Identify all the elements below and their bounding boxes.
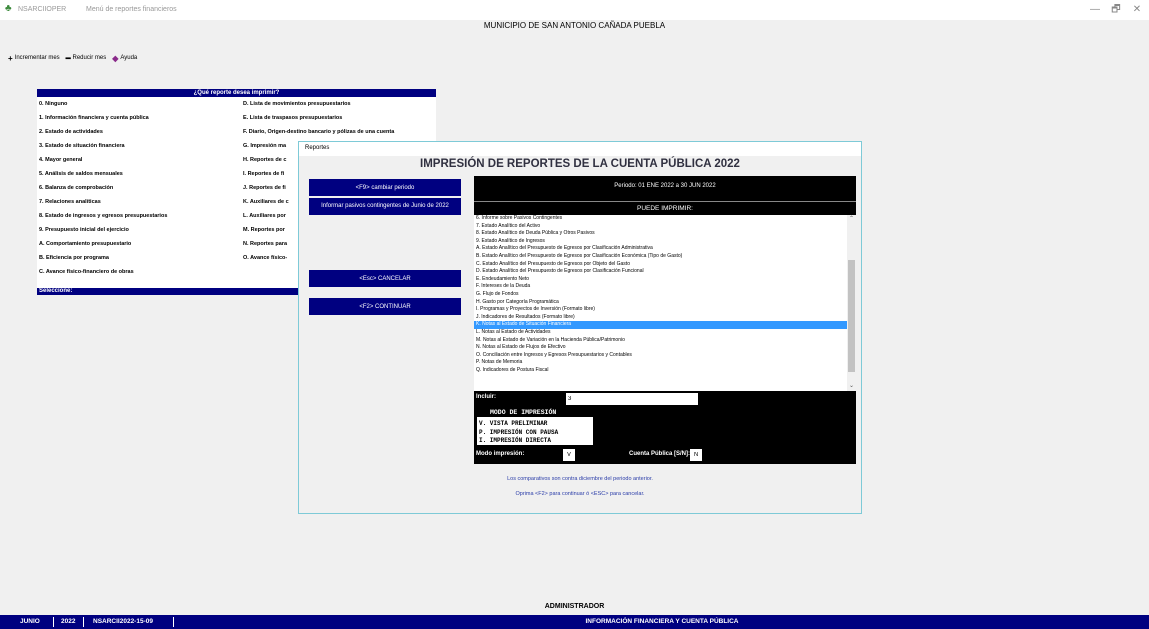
report-contingent-liabilities-button[interactable]: Informar pasivos contingentes de Junio d… [309, 198, 461, 215]
help-icon: ◆ [112, 53, 119, 63]
plus-icon: + [8, 53, 13, 63]
status-current-report: INFORMACIÓN FINANCIERA Y CUENTA PÚBLICA [585, 618, 739, 625]
minus-icon: ━ [65, 53, 71, 63]
status-month: JUNIO [20, 618, 40, 625]
report-list-item[interactable]: P. Notas de Memoria [474, 359, 856, 367]
menu-item[interactable]: 7. Relaciones analíticas [39, 198, 167, 212]
menu-item[interactable]: F. Diario, Origen-destino bancario y pól… [243, 128, 394, 142]
window-title: Menú de reportes financieros [86, 6, 177, 13]
menu-item[interactable]: 3. Estado de situación financiera [39, 142, 167, 156]
report-list-item[interactable]: 8. Estado Analítico de Deuda Pública y O… [474, 230, 856, 238]
menu-item[interactable]: 1. Información financiera y cuenta públi… [39, 114, 167, 128]
close-button[interactable]: ✕ [1127, 3, 1147, 17]
print-mode-option[interactable]: V. VISTA PRELIMINAR [477, 420, 593, 429]
status-bar: JUNIO 2022 NSARCII2022-15-09 INFORMACIÓN… [0, 615, 1149, 629]
include-label: Incluir: [476, 394, 497, 400]
print-mode-input[interactable] [563, 449, 575, 461]
print-mode-option[interactable]: P. IMPRESIÓN CON PAUSA [477, 429, 593, 438]
report-list-item[interactable]: N. Notas al Estado de Flujos de Efectivo [474, 344, 856, 352]
report-list-item[interactable]: 9. Estado Analítico de Ingresos [474, 238, 856, 246]
report-list-item[interactable]: O. Conciliación entre Ingresos y Egresos… [474, 352, 856, 360]
report-list-item[interactable]: C. Estado Analítico del Presupuesto de E… [474, 261, 856, 269]
menu-item[interactable]: 0. Ninguno [39, 100, 167, 114]
municipio-title: MUNICIPIO DE SAN ANTONIO CAÑADA PUEBLA [483, 21, 666, 30]
menu-item[interactable]: 8. Estado de ingresos y egresos presupue… [39, 212, 167, 226]
report-list-item[interactable]: L. Notas al Estado de Actividades [474, 329, 856, 337]
report-list-item[interactable]: G. Flujo de Fondos [474, 291, 856, 299]
cancel-button[interactable]: <Esc> CANCELAR [309, 270, 461, 287]
dialog-title: Reportes [305, 145, 330, 151]
scroll-up-icon[interactable]: ⌃ [847, 215, 856, 224]
report-list-item[interactable]: Q. Indicadores de Postura Fiscal [474, 367, 856, 375]
dialog-title-bar: Reportes [299, 142, 861, 156]
print-mode-options: V. VISTA PRELIMINAR P. IMPRESIÓN CON PAU… [476, 416, 594, 446]
menu-item[interactable]: 5. Análisis de saldos mensuales [39, 170, 167, 184]
period-label: Periodo: 01 ENE 2022 a 30 JUN 2022 [614, 183, 716, 189]
report-list-item[interactable]: J. Indicadores de Resultados (Formato li… [474, 314, 856, 322]
report-list-item[interactable]: 7. Estado Analítico del Activo [474, 223, 856, 231]
app-name: NSARCIIOPER [18, 6, 67, 13]
report-list-item[interactable]: H. Gasto por Categoría Programática [474, 299, 856, 307]
change-period-button[interactable]: <F9> cambiar periodo [309, 179, 461, 196]
include-input[interactable] [566, 393, 698, 405]
reduce-month-button[interactable]: ━ Reducir mes [66, 54, 107, 63]
keys-note: Oprima <F2> para continuar ó <ESC> para … [515, 491, 645, 497]
menu-left-column: 0. Ninguno 1. Información financiera y c… [39, 100, 167, 282]
print-mode-title: MODO DE IMPRESIÓN [488, 409, 559, 416]
print-mode-label: Modo impresión: [476, 451, 525, 457]
report-list-item[interactable]: A. Estado Analítico del Presupuesto de E… [474, 245, 856, 253]
menu-item[interactable]: C. Avance físico-financiero de obras [39, 268, 167, 282]
cuenta-publica-input[interactable] [690, 449, 702, 461]
continue-button[interactable]: <F2> CONTINUAR [309, 298, 461, 315]
menu-item[interactable]: 2. Estado de actividades [39, 128, 167, 142]
print-mode-option[interactable]: I. IMPRESIÓN DIRECTA [477, 437, 593, 446]
report-list-item[interactable]: E. Endeudamiento Neto [474, 276, 856, 284]
listbox-scrollbar[interactable]: ⌃ ⌄ [847, 215, 856, 391]
status-separator [83, 617, 84, 627]
menu-item[interactable]: B. Eficiencia por programa [39, 254, 167, 268]
report-list-item[interactable]: 6. Informe sobre Pasivos Contingentes [474, 215, 856, 223]
scroll-down-icon[interactable]: ⌄ [847, 382, 856, 391]
report-list-item[interactable]: B. Estado Analítico del Presupuesto de E… [474, 253, 856, 261]
report-panel: Periodo: 01 ENE 2022 a 30 JUN 2022 PUEDE… [474, 176, 856, 464]
maximize-button[interactable]: 🗗 [1106, 3, 1126, 17]
status-separator [53, 617, 54, 627]
scrollbar-thumb[interactable] [848, 260, 855, 372]
menu-item[interactable]: 4. Mayor general [39, 156, 167, 170]
cuenta-publica-label: Cuenta Pública [S/N]: [629, 451, 691, 457]
comparatives-note: Los comparativos son contra diciembre de… [507, 476, 653, 482]
increment-month-button[interactable]: + Incrementar mes [8, 54, 60, 63]
reportes-dialog: Reportes IMPRESIÓN DE REPORTES DE LA CUE… [298, 141, 862, 514]
dialog-heading: IMPRESIÓN DE REPORTES DE LA CUENTA PÚBLI… [420, 158, 740, 170]
report-list-item[interactable]: M. Notas al Estado de Variación en la Ha… [474, 337, 856, 345]
menu-item[interactable]: 9. Presupuesto inicial del ejercicio [39, 226, 167, 240]
minimize-button[interactable]: — [1085, 3, 1105, 17]
menu-item[interactable]: E. Lista de traspasos presupuestarios [243, 114, 394, 128]
report-listbox[interactable]: 6. Informe sobre Pasivos Contingentes 7. … [474, 215, 856, 391]
report-list-item[interactable]: I. Programas y Proyectos de Inversión (F… [474, 306, 856, 314]
menu-item[interactable]: D. Lista de movimientos presupuestarios [243, 100, 394, 114]
help-label: Ayuda [120, 55, 138, 61]
menu-item[interactable]: A. Comportamiento presupuestario [39, 240, 167, 254]
can-print-header: PUEDE IMPRIMIR: [474, 201, 856, 216]
status-version: NSARCII2022-15-09 [93, 618, 153, 625]
user-label: ADMINISTRADOR [544, 603, 605, 610]
status-separator [173, 617, 174, 627]
reduce-month-label: Reducir mes [72, 55, 107, 61]
report-list: 6. Informe sobre Pasivos Contingentes 7. … [474, 215, 856, 374]
title-bar: ♣ NSARCIIOPER Menú de reportes financier… [0, 0, 1149, 20]
app-icon: ♣ [5, 3, 12, 14]
increment-month-label: Incrementar mes [14, 55, 60, 61]
report-list-item[interactable]: F. Intereses de la Deuda [474, 283, 856, 291]
help-button[interactable]: ◆ Ayuda [112, 54, 137, 63]
toolbar: + Incrementar mes ━ Reducir mes ◆ Ayuda [8, 53, 137, 63]
report-list-item[interactable]: K. Notas al Estado de Situación Financie… [474, 321, 856, 329]
menu-item[interactable]: 6. Balanza de comprobación [39, 184, 167, 198]
menu-question: ¿Qué reporte desea imprimir? [37, 89, 436, 97]
status-year: 2022 [61, 618, 76, 625]
report-list-item[interactable]: D. Estado Analítico del Presupuesto de E… [474, 268, 856, 276]
